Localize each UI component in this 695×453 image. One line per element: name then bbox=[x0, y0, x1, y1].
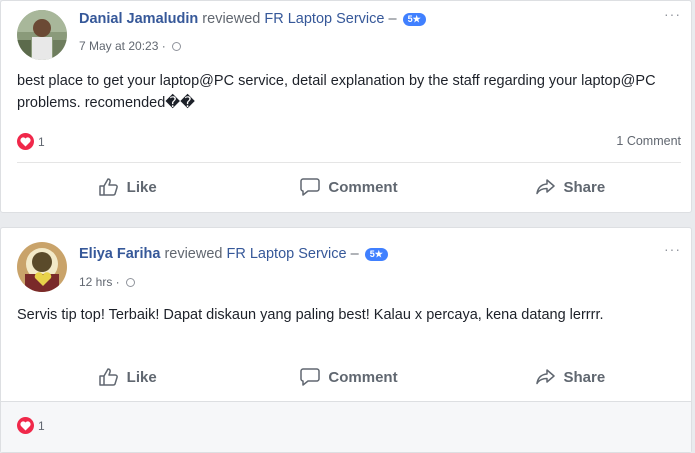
rating-badge: 5★ bbox=[402, 12, 426, 26]
comment-icon bbox=[300, 368, 321, 386]
avatar[interactable] bbox=[17, 10, 67, 60]
action-bar: Like Comment Share bbox=[17, 171, 681, 203]
post-header: Danial Jamaludin reviewed FR Laptop Serv… bbox=[79, 11, 426, 27]
like-label: Like bbox=[126, 368, 157, 386]
reviewed-label: reviewed bbox=[164, 246, 223, 262]
timestamp-text: 7 May at 20:23 · bbox=[79, 39, 166, 53]
heart-icon bbox=[17, 133, 34, 150]
comment-label: Comment bbox=[328, 178, 398, 196]
dash-separator: – bbox=[350, 246, 359, 262]
post-timestamp[interactable]: 7 May at 20:23 · bbox=[79, 39, 182, 53]
timestamp-text: 12 hrs · bbox=[79, 275, 120, 289]
share-button[interactable]: Share bbox=[460, 171, 681, 203]
post-text: Servis tip top! Terbaik! Dapat diskaun y… bbox=[17, 307, 604, 323]
share-button[interactable]: Share bbox=[460, 361, 681, 393]
author-name[interactable]: Eliya Fariha bbox=[79, 246, 160, 262]
action-bar: Like Comment Share bbox=[17, 361, 681, 393]
reaction-count: 1 bbox=[38, 418, 45, 433]
rating-badge: 5★ bbox=[364, 247, 388, 261]
reaction-summary[interactable]: 1 bbox=[17, 133, 45, 150]
share-label: Share bbox=[563, 368, 606, 386]
like-icon bbox=[98, 178, 118, 196]
reaction-count: 1 bbox=[38, 134, 45, 149]
like-button[interactable]: Like bbox=[17, 361, 238, 393]
avatar[interactable] bbox=[17, 242, 67, 292]
share-icon bbox=[536, 179, 556, 195]
reaction-footer: 1 bbox=[1, 401, 691, 452]
page-link[interactable]: FR Laptop Service bbox=[264, 11, 384, 27]
comment-icon bbox=[300, 178, 321, 196]
like-icon bbox=[98, 368, 118, 386]
post-header: Eliya Fariha reviewed FR Laptop Service … bbox=[79, 246, 388, 262]
more-icon[interactable]: ··· bbox=[664, 242, 681, 256]
post-text: best place to get your laptop@PC service… bbox=[17, 73, 656, 111]
share-label: Share bbox=[563, 178, 606, 196]
globe-icon bbox=[172, 42, 182, 51]
reviewed-label: reviewed bbox=[202, 11, 261, 27]
post-timestamp[interactable]: 12 hrs · bbox=[79, 275, 136, 289]
like-label: Like bbox=[126, 178, 157, 196]
comment-count[interactable]: 1 Comment bbox=[616, 134, 681, 148]
comment-label: Comment bbox=[328, 368, 398, 386]
comment-button[interactable]: Comment bbox=[238, 361, 459, 393]
share-icon bbox=[536, 369, 556, 385]
divider bbox=[17, 162, 681, 163]
more-icon[interactable]: ··· bbox=[664, 7, 681, 21]
review-post: Eliya Fariha reviewed FR Laptop Service … bbox=[0, 227, 692, 453]
heart-icon bbox=[17, 417, 34, 434]
globe-icon bbox=[126, 278, 136, 287]
comment-button[interactable]: Comment bbox=[238, 171, 459, 203]
page-link[interactable]: FR Laptop Service bbox=[227, 246, 347, 262]
review-post: Danial Jamaludin reviewed FR Laptop Serv… bbox=[0, 0, 692, 213]
like-button[interactable]: Like bbox=[17, 171, 238, 203]
dash-separator: – bbox=[388, 11, 397, 27]
reaction-summary[interactable]: 1 bbox=[17, 417, 45, 434]
author-name[interactable]: Danial Jamaludin bbox=[79, 11, 198, 27]
